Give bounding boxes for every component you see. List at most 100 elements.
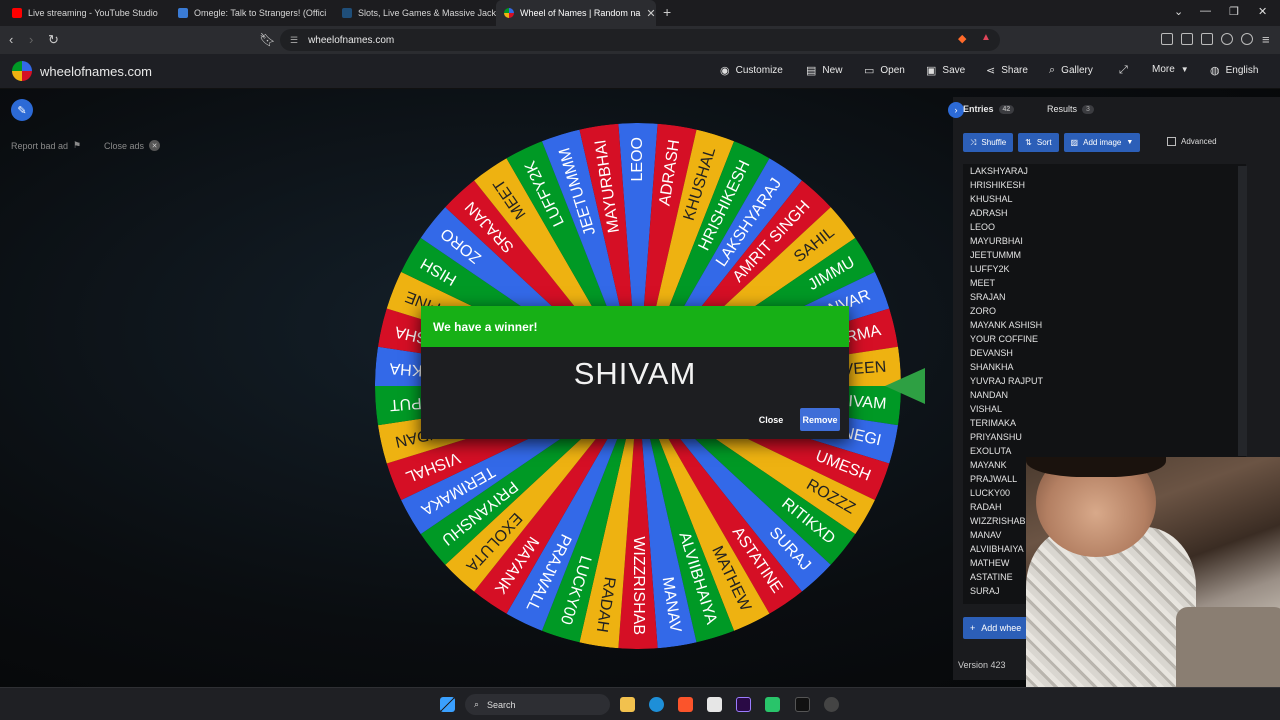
- taskbar-search[interactable]: ⌕ Search: [465, 694, 610, 715]
- shuffle-button[interactable]: ⤨ Shuffle: [963, 133, 1014, 152]
- version-label: Version 423: [958, 660, 1006, 670]
- after-effects-icon[interactable]: [736, 697, 751, 712]
- new-tab-icon[interactable]: +: [663, 4, 671, 20]
- browser-menu-icon[interactable]: ≡: [1262, 32, 1270, 47]
- button-label: Add whee: [981, 623, 1022, 633]
- close-tab-icon[interactable]: ✕: [646, 7, 655, 20]
- bookmark-icon[interactable]: 🔖︎: [259, 32, 276, 48]
- site-logo[interactable]: wheelofnames.com: [12, 61, 152, 81]
- share-button[interactable]: ⋖ Share: [986, 64, 1028, 77]
- tab-search-icon[interactable]: ⌄: [1174, 5, 1183, 18]
- tab-youtube-studio[interactable]: Live streaming - YouTube Studio: [4, 0, 170, 26]
- forward-icon[interactable]: ›: [29, 32, 33, 47]
- entry-line: LEOO: [970, 222, 996, 232]
- advanced-checkbox[interactable]: Advanced: [1167, 137, 1217, 146]
- save-icon: ▣: [926, 65, 937, 77]
- address-bar[interactable]: ☰ wheelofnames.com: [280, 29, 1000, 51]
- checkbox-icon[interactable]: [1167, 137, 1176, 146]
- close-window-icon[interactable]: ✕: [1258, 5, 1267, 18]
- wallet-icon[interactable]: [1201, 33, 1213, 45]
- sort-icon: ⇅: [1025, 138, 1032, 147]
- language-button[interactable]: ◍ English: [1210, 64, 1258, 77]
- wheel-icon: [504, 8, 514, 18]
- obs-icon[interactable]: [795, 697, 810, 712]
- entry-line: SHANKHA: [970, 362, 1014, 372]
- search-icon: ⌕: [1049, 64, 1056, 76]
- save-button[interactable]: ▣ Save: [926, 64, 965, 77]
- advanced-label: Advanced: [1181, 137, 1217, 146]
- file-explorer-icon[interactable]: [620, 697, 635, 712]
- wheel-logo-icon: [12, 61, 32, 81]
- add-image-button[interactable]: ▨ Add image ▼: [1063, 133, 1141, 152]
- pencil-icon: ✎: [17, 104, 27, 117]
- chevron-down-icon: ▼: [1126, 139, 1134, 146]
- entry-line: PRIYANSHU: [970, 432, 1022, 442]
- new-button[interactable]: ▤ New: [806, 64, 842, 77]
- extensions-icon[interactable]: [1161, 33, 1173, 45]
- menu-label: Share: [1001, 65, 1028, 76]
- tab-omegle[interactable]: Omegle: Talk to Strangers! (Offici: [170, 0, 336, 26]
- wheel-segment-label: PUT: [389, 394, 422, 413]
- menu-label: Customize: [735, 65, 783, 76]
- vpn-icon[interactable]: [1241, 33, 1253, 45]
- sidebar-icon[interactable]: [1181, 33, 1193, 45]
- tab-entries[interactable]: Entries 42: [963, 104, 1015, 114]
- reload-icon[interactable]: ↻: [48, 32, 59, 48]
- entry-line: LAKSHYARAJ: [970, 166, 1028, 176]
- tab-label: Results: [1047, 104, 1078, 114]
- back-icon[interactable]: ‹: [9, 32, 13, 47]
- edit-button[interactable]: ✎: [11, 99, 33, 121]
- entry-line: YUVRAJ RAJPUT: [970, 376, 1044, 386]
- gallery-button[interactable]: ⌕ Gallery: [1049, 64, 1093, 77]
- tab-label: Entries: [963, 104, 994, 114]
- store-icon[interactable]: [707, 697, 722, 712]
- menu-label: English: [1225, 65, 1259, 76]
- entry-line: DEVANSH: [970, 348, 1013, 358]
- webcam-overlay: [1026, 457, 1280, 720]
- open-button[interactable]: ▭ Open: [864, 64, 905, 77]
- wheel-pointer: [885, 368, 925, 404]
- sort-button[interactable]: ⇅ Sort: [1018, 133, 1059, 152]
- plus-icon: +: [970, 623, 976, 633]
- app-icon[interactable]: [765, 697, 780, 712]
- site-info-icon[interactable]: ☰: [290, 35, 298, 46]
- maximize-icon[interactable]: ❐: [1229, 5, 1239, 18]
- browser-tab-strip: Live streaming - YouTube Studio Omegle: …: [0, 0, 1280, 26]
- share-icon: ⋖: [986, 65, 996, 77]
- new-file-icon: ▤: [806, 65, 817, 77]
- brave-icon[interactable]: [678, 697, 693, 712]
- edge-icon[interactable]: [649, 697, 664, 712]
- windows-start-icon[interactable]: [440, 697, 455, 712]
- tab-wheel-of-names[interactable]: Wheel of Names | Random na ✕: [496, 0, 656, 26]
- entry-line: MAYURBHAI: [970, 236, 1023, 246]
- button-label: Add image: [1083, 138, 1122, 147]
- brave-rewards-icon[interactable]: ▲: [981, 32, 991, 43]
- tab-results[interactable]: Results 3: [1047, 104, 1094, 114]
- remove-button[interactable]: Remove: [800, 408, 840, 431]
- menu-label: Gallery: [1061, 65, 1093, 76]
- entry-line: KHUSHAL: [970, 194, 1013, 204]
- report-ad-link[interactable]: Report bad ad ⚑: [11, 140, 81, 151]
- wheel-segment-label: WIZZRISHAB: [630, 536, 647, 635]
- taskbar: ⌕ Search: [0, 687, 1280, 720]
- menu-label: Save: [942, 65, 966, 76]
- minimize-icon[interactable]: —: [1200, 5, 1211, 17]
- more-button[interactable]: More ▼: [1152, 64, 1189, 75]
- close-ads-link[interactable]: Close ads ✕: [104, 140, 161, 151]
- close-button[interactable]: Close: [755, 408, 787, 431]
- entries-count-badge: 42: [998, 104, 1015, 114]
- leo-icon[interactable]: [1221, 33, 1233, 45]
- customize-button[interactable]: ◉ Customize: [720, 64, 783, 77]
- dialog-title: We have a winner!: [421, 306, 849, 347]
- collapse-panel-icon[interactable]: ›: [948, 102, 964, 118]
- entries-toolbar: ⤨ Shuffle ⇅ Sort ▨ Add image ▼: [963, 133, 1141, 152]
- tab-title: Wheel of Names | Random na: [520, 8, 641, 18]
- tab-title: Slots, Live Games & Massive Jackpot: [358, 8, 496, 18]
- brave-shields-icon[interactable]: ◆: [958, 32, 966, 45]
- app-icon[interactable]: [824, 697, 839, 712]
- entry-line: TERIMAKA: [970, 418, 1017, 428]
- tab-slots[interactable]: Slots, Live Games & Massive Jackpot: [334, 0, 496, 26]
- entries-scrollbar[interactable]: [1238, 166, 1247, 456]
- fullscreen-button[interactable]: ⤢: [1119, 64, 1128, 77]
- tab-title: Live streaming - YouTube Studio: [28, 8, 158, 18]
